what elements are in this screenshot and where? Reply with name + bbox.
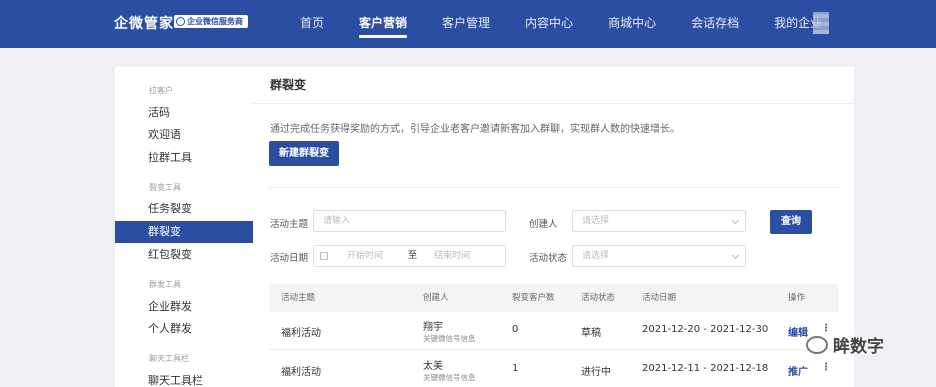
sidebar-group-fission: 裂变工具 [149, 183, 181, 192]
creator-select[interactable]: 请选择 [572, 210, 746, 232]
sidebar-group-chat-toolbar: 聊天工具栏 [149, 354, 189, 363]
more-icon[interactable]: ⋮ [821, 362, 831, 373]
wechat-icon [806, 335, 828, 354]
table-row: 福利活动 翔宇 关键微信号信息 0 草稿 2021-12-20 - 2021-1… [269, 312, 839, 350]
row-date: 2021-12-11 - 2021-12-18 [642, 363, 769, 374]
sidebar-item-personal-broadcast[interactable]: 个人群发 [115, 318, 253, 340]
row-count: 0 [512, 324, 519, 335]
date-label: 活动日期 [270, 253, 309, 264]
nav-item-customer-management[interactable]: 客户管理 [430, 0, 502, 48]
sidebar-item-welcome[interactable]: 欢迎语 [115, 124, 253, 146]
sidebar-item-live-code[interactable]: 活码 [115, 102, 253, 124]
watermark: 眸数字 [806, 332, 884, 357]
nav-item-home[interactable]: 首页 [288, 0, 336, 48]
row-creator-sub: 关键微信号信息 [423, 373, 476, 382]
col-topic: 活动主题 [281, 293, 316, 303]
main-nav: 首页 客户营销 客户管理 内容中心 商城中心 会话存档 我的企业 [288, 0, 845, 48]
col-date: 活动日期 [642, 293, 677, 303]
title-divider [253, 103, 854, 104]
sidebar: 拉客户 活码 欢迎语 拉群工具 裂变工具 任务裂变 群裂变 红包裂变 群发工具 … [115, 67, 253, 387]
service-provider-icon [176, 17, 185, 26]
col-actions: 操作 [788, 293, 806, 303]
date-start-placeholder: 开始时间 [347, 251, 384, 261]
sidebar-item-chat-toolbar[interactable]: 聊天工具栏 [115, 370, 253, 387]
sidebar-item-enterprise-broadcast[interactable]: 企业群发 [115, 296, 253, 318]
date-separator: 至 [408, 251, 418, 261]
sidebar-group-acquire: 拉客户 [149, 86, 173, 95]
row-topic: 福利活动 [281, 367, 321, 378]
page-description: 通过完成任务获得奖励的方式，引导企业老客户邀请新客加入群聊，实现群人数的快速增长… [270, 124, 680, 135]
user-avatar[interactable] [813, 12, 829, 34]
row-creator-sub: 关键微信号信息 [423, 334, 476, 343]
nav-item-customer-marketing[interactable]: 客户营销 [347, 0, 419, 48]
main-panel: 群裂变 通过完成任务获得奖励的方式，引导企业老客户邀请新客加入群聊，实现群人数的… [253, 67, 854, 387]
section-divider [269, 187, 840, 188]
status-placeholder: 请选择 [582, 251, 610, 261]
search-button[interactable]: 查询 [770, 210, 812, 234]
brand-badge: 企业微信服务商 [174, 15, 248, 28]
table-header: 活动主题 创建人 裂变客户数 活动状态 活动日期 操作 [269, 284, 839, 312]
date-range-picker[interactable]: 开始时间 至 结束时间 [313, 245, 506, 267]
date-end-placeholder: 结束时间 [434, 251, 471, 261]
topic-placeholder: 请输入 [323, 216, 351, 226]
watermark-text: 眸数字 [833, 337, 884, 357]
row-count: 1 [512, 363, 519, 374]
nav-item-mall-center[interactable]: 商城中心 [596, 0, 668, 48]
col-creator: 创建人 [423, 293, 449, 303]
row-creator: 太美 [423, 361, 443, 372]
new-group-fission-button[interactable]: 新建群裂变 [269, 141, 339, 166]
brand-badge-text: 企业微信服务商 [187, 17, 243, 26]
row-date: 2021-12-20 - 2021-12-30 [642, 324, 769, 335]
col-status: 活动状态 [581, 293, 616, 303]
table-row: 福利活动 太美 关键微信号信息 1 进行中 2021-12-11 - 2021-… [269, 351, 839, 387]
row-status: 草稿 [581, 328, 601, 339]
sidebar-item-task-fission[interactable]: 任务裂变 [115, 198, 253, 220]
calendar-icon [320, 252, 328, 260]
sidebar-group-broadcast: 群发工具 [149, 280, 181, 289]
edit-link[interactable]: 编辑 [788, 324, 808, 339]
chevron-down-icon [731, 216, 740, 225]
creator-label: 创建人 [529, 219, 558, 230]
row-creator: 翔宇 [423, 322, 443, 333]
nav-item-content-center[interactable]: 内容中心 [513, 0, 585, 48]
topic-input[interactable]: 请输入 [313, 210, 506, 232]
row-status: 进行中 [581, 367, 611, 378]
creator-placeholder: 请选择 [582, 216, 610, 226]
sidebar-item-group-tool[interactable]: 拉群工具 [115, 147, 253, 169]
sidebar-item-redpacket-fission[interactable]: 红包裂变 [115, 244, 253, 266]
brand-name[interactable]: 企微管家 [114, 13, 174, 33]
status-select[interactable]: 请选择 [572, 245, 746, 267]
nav-item-chat-archive[interactable]: 会话存档 [679, 0, 751, 48]
page-title: 群裂变 [270, 78, 307, 92]
promote-link[interactable]: 推广 [788, 363, 808, 378]
top-navbar: 企微管家 企业微信服务商 首页 客户营销 客户管理 内容中心 商城中心 会话存档… [0, 0, 936, 48]
topic-label: 活动主题 [270, 219, 309, 230]
col-fission-count: 裂变客户数 [512, 293, 555, 303]
row-topic: 福利活动 [281, 328, 321, 339]
sidebar-item-group-fission[interactable]: 群裂变 [115, 221, 253, 243]
status-label: 活动状态 [529, 253, 568, 264]
chevron-down-icon [731, 251, 740, 260]
